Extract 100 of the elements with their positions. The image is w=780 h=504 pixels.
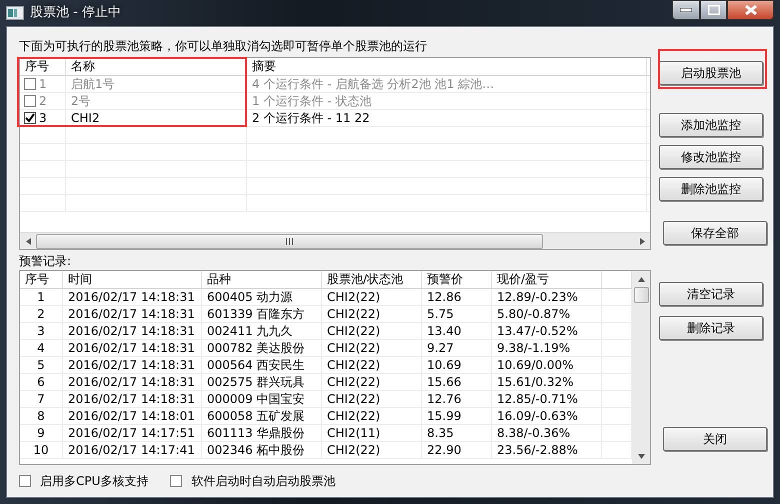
close-button[interactable] — [727, 0, 774, 20]
table-cell: CHI2(22) — [322, 306, 422, 322]
table-cell: 000564 西安民生 — [202, 357, 322, 373]
table-cell: 2016/02/17 14:17:41 — [63, 442, 202, 458]
dialog-button[interactable]: 删除记录 — [659, 316, 763, 340]
table-cell: 15.66 — [422, 374, 492, 390]
table-cell: 8.35 — [422, 425, 492, 441]
table-cell: 7 — [20, 391, 63, 407]
checkbox[interactable] — [24, 78, 36, 90]
dialog-button[interactable]: 修改池监控 — [659, 145, 763, 169]
checkbox[interactable] — [170, 475, 182, 487]
table-cell: 15.99 — [422, 408, 492, 424]
table-cell: 6 — [20, 374, 63, 390]
name-cell: 启航1号 — [66, 76, 247, 92]
checkbox[interactable] — [24, 95, 36, 107]
table-cell: 2016/02/17 14:18:31 — [63, 289, 202, 305]
table-cell: 16.09/-0.63% — [492, 408, 602, 424]
table-cell: 2016/02/17 14:18:31 — [63, 357, 202, 373]
table-cell: 000009 中国宝安 — [202, 391, 322, 407]
checkbox[interactable] — [19, 475, 31, 487]
column-header: 序号 — [20, 58, 66, 75]
maximize-button[interactable] — [700, 0, 727, 20]
table-cell: 2016/02/17 14:18:01 — [63, 408, 202, 424]
table-cell: CHI2(22) — [322, 408, 422, 424]
column-header: 摘要 — [247, 58, 647, 75]
minimize-icon — [680, 8, 692, 12]
dialog-button[interactable]: 添加池监控 — [659, 113, 763, 137]
table-cell: 9.27 — [422, 340, 492, 356]
table-cell: 601339 百隆东方 — [202, 306, 322, 322]
table-cell: CHI2(22) — [322, 340, 422, 356]
table-cell: 8.38/-0.36% — [492, 425, 602, 441]
scrollbar-thumb[interactable] — [36, 234, 543, 248]
dialog-button[interactable]: 删除池监控 — [659, 177, 763, 201]
maximize-icon — [708, 5, 720, 15]
table-cell: 10 — [20, 442, 63, 458]
table-cell: 23.56/-2.88% — [492, 442, 602, 458]
option-label: 软件启动时自动启动股票池 — [191, 473, 336, 490]
row-number: 2 — [39, 93, 47, 109]
table-cell: CHI2(22) — [322, 323, 422, 339]
table-cell: 2016/02/17 14:18:31 — [63, 306, 202, 322]
table-cell: 4 — [20, 340, 63, 356]
table-cell: 9 — [20, 425, 63, 441]
dialog-button[interactable]: 关闭 — [663, 427, 767, 451]
column-header: 预警价 — [422, 271, 492, 288]
table-cell: 002575 群兴玩具 — [202, 374, 322, 390]
table-cell: 5 — [20, 357, 63, 373]
app-icon — [6, 6, 24, 20]
table-cell: 12.86 — [422, 289, 492, 305]
section-label: 预警记录: — [19, 253, 72, 270]
table-cell: 5.80/-0.87% — [492, 306, 602, 322]
name-cell: 2号 — [66, 93, 247, 109]
table-cell: 002346 柘中股份 — [202, 442, 322, 458]
column-header: 股票池/状态池 — [322, 271, 422, 288]
table-cell: CHI2(22) — [322, 442, 422, 458]
table-cell: 2016/02/17 14:18:31 — [63, 391, 202, 407]
table-cell: 5.75 — [422, 306, 492, 322]
column-header: 品种 — [202, 271, 322, 288]
option-label: 启用多CPU多核支持 — [40, 473, 148, 490]
table-cell: CHI2(22) — [322, 289, 422, 305]
instruction-text: 下面为可执行的股票池策略，你可以单独取消勾选即可暂停单个股票池的运行 — [19, 38, 428, 55]
table-cell: CHI2(22) — [322, 357, 422, 373]
checkbox[interactable] — [24, 112, 36, 124]
table-cell: 8 — [20, 408, 63, 424]
name-cell: CHI2 — [66, 110, 247, 126]
column-header: 序号 — [20, 271, 63, 288]
table-cell: 2016/02/17 14:18:31 — [63, 323, 202, 339]
summary-cell: 4 个运行条件 - 启航备选 分析2池 池1 綜池… — [247, 76, 647, 92]
table-cell: 12.85/-0.71% — [492, 391, 602, 407]
column-header: 现价/盈亏 — [492, 271, 602, 288]
dialog-button[interactable]: 保存全部 — [663, 221, 767, 245]
table-cell: 10.69 — [422, 357, 492, 373]
summary-cell: 1 个运行条件 - 状态池 — [247, 93, 647, 109]
table-cell: 2016/02/17 14:18:31 — [63, 340, 202, 356]
table-cell: 10.69/0.00% — [492, 357, 602, 373]
table-cell: 2016/02/17 14:18:31 — [63, 374, 202, 390]
scrollbar-thumb[interactable] — [634, 287, 648, 303]
table-cell: 002411 九九久 — [202, 323, 322, 339]
close-icon — [744, 5, 756, 15]
table-cell: 15.61/0.32% — [492, 374, 602, 390]
table-cell: 13.40 — [422, 323, 492, 339]
table-cell: 000782 美达股份 — [202, 340, 322, 356]
minimize-button[interactable] — [672, 0, 700, 20]
window-title: 股票池 - 停止中 — [30, 4, 121, 22]
table-cell: 2016/02/17 14:17:51 — [63, 425, 202, 441]
table-cell: 9.38/-1.19% — [492, 340, 602, 356]
column-header: 时间 — [63, 271, 202, 288]
table-cell: CHI2(22) — [322, 374, 422, 390]
table-cell: CHI2(22) — [322, 391, 422, 407]
table-cell: 601113 华鼎股份 — [202, 425, 322, 441]
table-cell: CHI2(11) — [322, 425, 422, 441]
table-cell: 1 — [20, 289, 63, 305]
table-cell: 12.76 — [422, 391, 492, 407]
dialog-button[interactable]: 清空记录 — [659, 282, 763, 306]
table-cell: 3 — [20, 323, 63, 339]
summary-cell: 2 个运行条件 - 11 22 — [247, 110, 647, 126]
row-number: 3 — [39, 110, 47, 126]
dialog-button[interactable]: 启动股票池 — [659, 61, 763, 85]
table-cell: 22.90 — [422, 442, 492, 458]
row-number: 1 — [39, 76, 47, 92]
table-cell: 12.89/-0.23% — [492, 289, 602, 305]
